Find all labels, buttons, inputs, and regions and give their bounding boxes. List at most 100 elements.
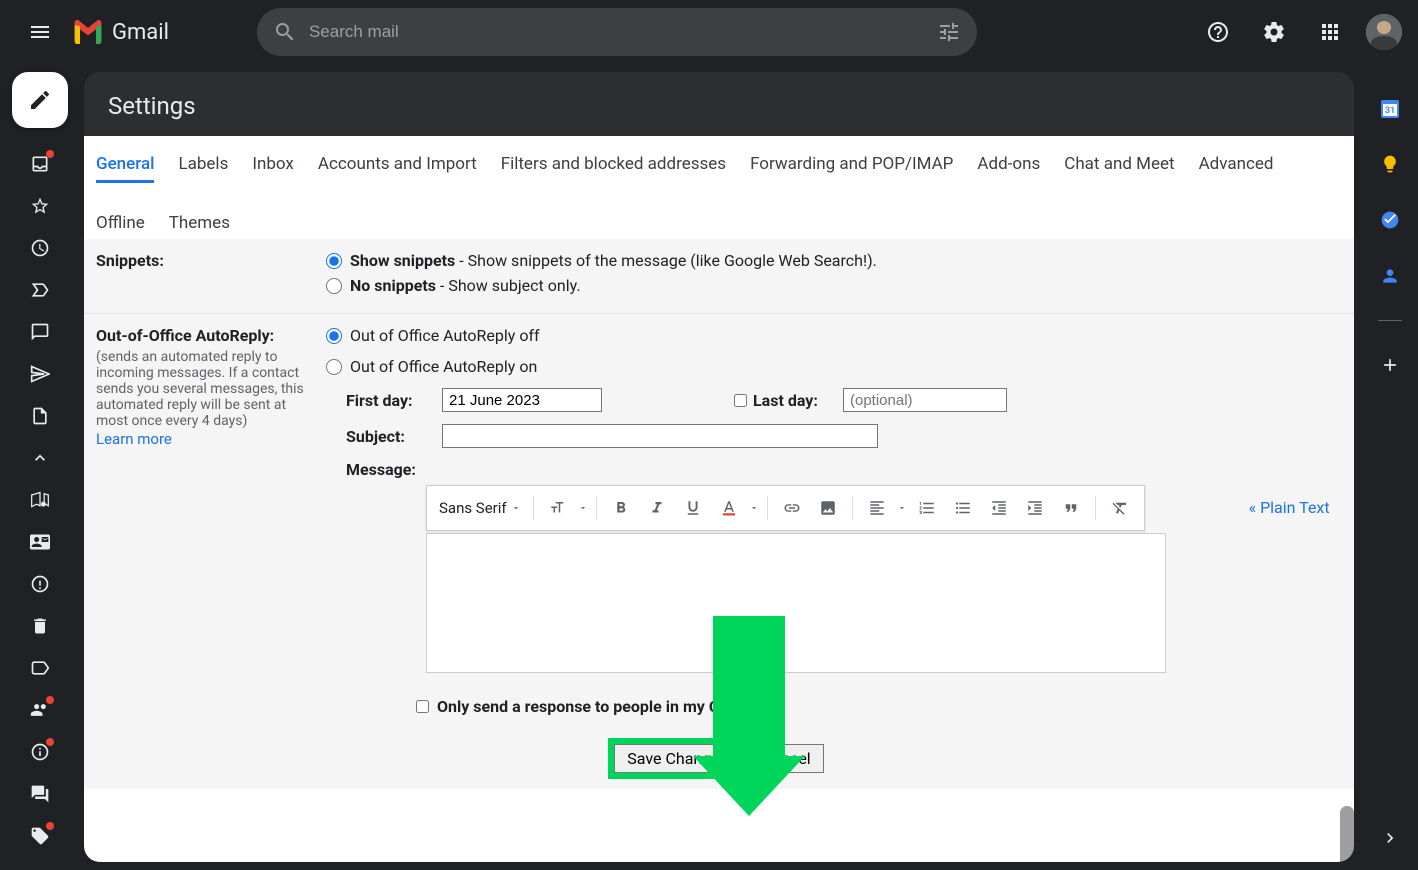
tab-inbox[interactable]: Inbox — [252, 148, 294, 183]
first-day-label: First day: — [346, 391, 430, 410]
page-title: Settings — [108, 92, 1330, 120]
nav-snoozed[interactable] — [16, 228, 64, 268]
main-menu-button[interactable] — [16, 8, 64, 56]
message-label: Message: — [346, 460, 430, 479]
ooo-off-label: Out of Office AutoReply off — [350, 326, 540, 345]
ooo-on-label: Out of Office AutoReply on — [350, 357, 537, 376]
editor-toolbar: Sans Serif — [426, 485, 1145, 531]
nav-social[interactable] — [16, 690, 64, 730]
tab-advanced[interactable]: Advanced — [1199, 148, 1274, 183]
settings-tabs: General Labels Inbox Accounts and Import… — [84, 136, 1354, 239]
cancel-button[interactable]: Cancel — [749, 744, 824, 773]
nav-important[interactable] — [16, 270, 64, 310]
nav-scheduled[interactable] — [16, 480, 64, 520]
gmail-icon — [72, 16, 104, 48]
font-size-button[interactable] — [542, 492, 574, 524]
subject-input[interactable] — [442, 424, 878, 448]
ooo-learn-more-link[interactable]: Learn more — [96, 430, 172, 448]
snippets-show-radio[interactable] — [326, 253, 342, 269]
quote-button[interactable] — [1055, 492, 1087, 524]
tab-labels[interactable]: Labels — [178, 148, 228, 183]
tab-addons[interactable]: Add-ons — [977, 148, 1040, 183]
snippets-no-radio[interactable] — [326, 278, 342, 294]
chevron-down-icon — [578, 503, 588, 513]
remove-format-button[interactable] — [1104, 492, 1136, 524]
side-panel-toggle[interactable] — [1378, 826, 1402, 850]
text-color-button[interactable] — [713, 492, 745, 524]
get-addons-button[interactable] — [1378, 353, 1402, 377]
link-button[interactable] — [776, 492, 808, 524]
support-button[interactable] — [1198, 12, 1238, 52]
app-header: Gmail — [0, 0, 1418, 64]
first-day-input[interactable] — [442, 388, 602, 412]
tab-offline[interactable]: Offline — [96, 207, 145, 239]
bold-button[interactable] — [605, 492, 637, 524]
tab-accounts[interactable]: Accounts and Import — [318, 148, 477, 183]
nav-promotions[interactable] — [16, 816, 64, 856]
indent-less-button[interactable] — [983, 492, 1015, 524]
nav-spam-clock[interactable] — [16, 564, 64, 604]
nav-trash[interactable] — [16, 606, 64, 646]
button-row: Save Changes Cancel — [84, 728, 1354, 789]
header-actions — [1198, 12, 1402, 52]
contacts-only-checkbox[interactable] — [416, 700, 429, 713]
tab-themes[interactable]: Themes — [169, 207, 230, 239]
tab-filters[interactable]: Filters and blocked addresses — [501, 148, 726, 183]
tab-forwarding[interactable]: Forwarding and POP/IMAP — [750, 148, 953, 183]
snippets-no-label: No snippets — [350, 276, 436, 295]
nav-chats[interactable] — [16, 312, 64, 352]
tab-chat[interactable]: Chat and Meet — [1064, 148, 1174, 183]
nav-starred[interactable] — [16, 186, 64, 226]
contacts-addon[interactable] — [1378, 264, 1402, 288]
main-content: Settings General Labels Inbox Accounts a… — [80, 64, 1362, 870]
ooo-desc: (sends an automated reply to incoming me… — [96, 349, 310, 429]
svg-text:31: 31 — [1385, 106, 1395, 116]
scrollbar-thumb[interactable] — [1340, 806, 1354, 862]
nav-forums[interactable] — [16, 774, 64, 814]
font-select[interactable]: Sans Serif — [435, 495, 525, 521]
nav-updates[interactable] — [16, 732, 64, 772]
search-icon — [273, 20, 297, 44]
last-day-label: Last day: — [753, 391, 837, 410]
right-side-panel: 31 — [1362, 64, 1418, 870]
calendar-addon[interactable]: 31 — [1378, 96, 1402, 120]
nav-all-mail[interactable] — [16, 522, 64, 562]
save-changes-button[interactable]: Save Changes — [614, 744, 741, 773]
snippets-show-label: Show snippets — [350, 251, 455, 270]
bullet-list-button[interactable] — [947, 492, 979, 524]
snippets-label: Snippets: — [96, 251, 164, 270]
plain-text-link[interactable]: « Plain Text — [1249, 498, 1330, 517]
image-button[interactable] — [812, 492, 844, 524]
account-avatar[interactable] — [1366, 14, 1402, 50]
last-day-input[interactable] — [843, 388, 1007, 412]
keep-addon[interactable] — [1378, 152, 1402, 176]
left-sidebar — [0, 64, 80, 870]
underline-button[interactable] — [677, 492, 709, 524]
search-options-icon[interactable] — [937, 20, 961, 44]
contacts-only-label: Only send a response to people in my Con… — [437, 697, 773, 716]
ooo-off-radio[interactable] — [326, 328, 342, 344]
gmail-logo[interactable]: Gmail — [72, 16, 169, 48]
nav-drafts[interactable] — [16, 396, 64, 436]
tab-general[interactable]: General — [96, 148, 154, 183]
compose-button[interactable] — [12, 72, 68, 128]
nav-sent[interactable] — [16, 354, 64, 394]
apps-button[interactable] — [1310, 12, 1350, 52]
subject-label: Subject: — [346, 427, 430, 446]
nav-inbox[interactable] — [16, 144, 64, 184]
nav-categories[interactable] — [16, 648, 64, 688]
indent-more-button[interactable] — [1019, 492, 1051, 524]
settings-button[interactable] — [1254, 12, 1294, 52]
numbered-list-button[interactable] — [911, 492, 943, 524]
nav-less[interactable] — [16, 438, 64, 478]
align-button[interactable] — [861, 492, 893, 524]
search-input[interactable] — [309, 22, 937, 42]
ooo-on-radio[interactable] — [326, 359, 342, 375]
italic-button[interactable] — [641, 492, 673, 524]
settings-panel: Settings General Labels Inbox Accounts a… — [84, 72, 1354, 862]
last-day-checkbox[interactable] — [734, 394, 747, 407]
search-bar[interactable] — [257, 8, 977, 56]
message-editor[interactable] — [426, 533, 1166, 673]
settings-body: General Labels Inbox Accounts and Import… — [84, 136, 1354, 862]
tasks-addon[interactable] — [1378, 208, 1402, 232]
